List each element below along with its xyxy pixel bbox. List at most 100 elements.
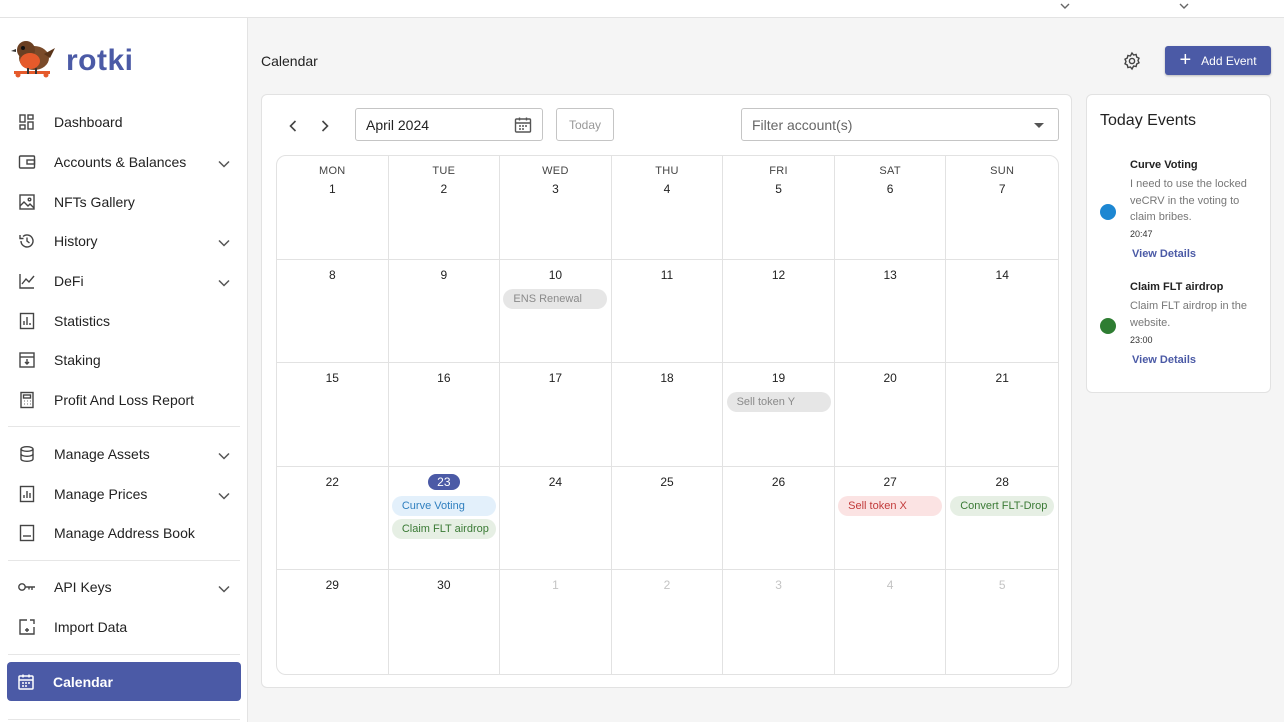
calendar-day-cell[interactable]: 19 Sell token Y: [723, 363, 835, 467]
day-number-wrap: 5: [946, 577, 1058, 593]
day-number: 28: [995, 474, 1009, 489]
chevron-down-icon: [218, 234, 230, 252]
sidebar-item-profit-loss-report[interactable]: Profit And Loss Report: [8, 381, 240, 419]
event-description: I need to use the locked veCRV in the vo…: [1130, 178, 1247, 223]
view-details-link[interactable]: View Details: [1132, 248, 1196, 260]
day-number: 3: [775, 578, 782, 593]
history-icon: [16, 230, 38, 252]
calendar-day-cell[interactable]: 14: [946, 260, 1058, 364]
today-day-number: 23: [428, 473, 460, 490]
app-logo[interactable]: rotki: [10, 36, 134, 85]
calendar-day-cell[interactable]: SAT 6: [834, 156, 947, 260]
sidebar-item-staking[interactable]: Staking: [8, 341, 240, 379]
day-number: 9: [440, 267, 448, 282]
sidebar-item-history[interactable]: History: [8, 222, 240, 260]
sidebar-divider: [8, 426, 240, 427]
day-number-wrap: 26: [723, 474, 834, 490]
day-number-wrap: 18: [612, 370, 723, 386]
calendar-day-cell[interactable]: 30: [389, 570, 501, 674]
sidebar-item-import-data[interactable]: Import Data: [8, 608, 240, 646]
account-filter-select[interactable]: Filter account(s): [741, 108, 1059, 141]
calendar-day-cell[interactable]: 23 Curve Voting Claim FLT airdrop: [388, 466, 501, 571]
day-number: 22: [325, 474, 339, 489]
calendar-day-cell[interactable]: 15: [277, 363, 389, 467]
calendar-day-cell[interactable]: 21: [946, 363, 1058, 467]
sidebar-item-dashboard[interactable]: Dashboard: [8, 103, 240, 141]
sidebar-item-manage-prices[interactable]: Manage Prices: [8, 475, 240, 513]
month-picker-input[interactable]: April 2024: [355, 108, 543, 141]
calendar-day-cell[interactable]: 1: [500, 570, 612, 674]
event-color-dot: [1100, 204, 1116, 220]
calendar-day-cell[interactable]: 18: [611, 363, 724, 467]
day-events: Sell token Y: [723, 392, 834, 413]
calendar-day-cell[interactable]: TUE 2: [388, 156, 501, 260]
chevron-right-icon[interactable]: [316, 117, 334, 135]
chevron-left-icon[interactable]: [284, 117, 302, 135]
day-number-wrap: 3: [723, 577, 834, 593]
today-button[interactable]: Today: [556, 108, 614, 141]
view-details-link[interactable]: View Details: [1132, 354, 1196, 366]
sidebar-item-calendar[interactable]: Calendar: [7, 662, 241, 701]
calendar-day-cell[interactable]: WED 3: [500, 156, 612, 260]
day-number-wrap: 1: [500, 577, 611, 593]
calendar-day-cell[interactable]: 4: [835, 570, 947, 674]
calendar-day-cell[interactable]: 3: [723, 570, 835, 674]
add-event-button[interactable]: + Add Event: [1165, 46, 1271, 75]
sidebar-item-manage-assets[interactable]: Manage Assets: [8, 435, 240, 473]
calendar-day-cell[interactable]: 5: [946, 570, 1058, 674]
day-events: Convert FLT-Drop: [946, 495, 1058, 516]
calendar-day-cell[interactable]: MON 1: [277, 156, 389, 260]
calendar-day-cell[interactable]: FRI 5: [723, 156, 835, 260]
calendar-day-cell[interactable]: 20: [834, 363, 947, 467]
calendar-day-cell[interactable]: 25: [611, 466, 724, 571]
sidebar-item-statistics[interactable]: Statistics: [8, 302, 240, 340]
chevron-down-icon[interactable]: [1058, 0, 1072, 12]
day-number-wrap: 13: [835, 267, 946, 283]
calendar-icon[interactable]: [514, 116, 532, 137]
day-number: 25: [660, 474, 674, 489]
day-number: 18: [660, 371, 674, 386]
chevron-down-icon[interactable]: [1177, 0, 1191, 12]
calendar-day-cell[interactable]: 24: [500, 466, 612, 571]
calendar-day-cell[interactable]: THU 4: [611, 156, 724, 260]
calendar-day-cell[interactable]: 26: [723, 466, 835, 571]
calendar-day-cell[interactable]: 10 ENS Renewal: [500, 259, 612, 364]
calendar-day-cell[interactable]: 13: [834, 259, 947, 364]
sidebar-item-manage-address-book[interactable]: Manage Address Book: [8, 514, 240, 552]
today-events-panel: Today Events Curve Voting I need to use …: [1086, 94, 1271, 393]
day-number-wrap: 9: [389, 267, 500, 283]
calendar-event-chip[interactable]: Sell token X: [838, 495, 943, 516]
calendar-day-cell[interactable]: 11: [611, 259, 724, 364]
sidebar-item-accounts-balances[interactable]: Accounts & Balances: [8, 143, 240, 181]
sidebar-item-api-keys[interactable]: API Keys: [8, 568, 240, 606]
sidebar-divider: [8, 560, 240, 561]
weekday-label: SAT: [879, 165, 901, 177]
calendar-event-chip[interactable]: Claim FLT airdrop: [391, 518, 496, 539]
calendar-day-cell[interactable]: 2: [612, 570, 724, 674]
key-icon: [16, 576, 38, 598]
gear-icon[interactable]: [1122, 51, 1142, 71]
dropdown-caret-icon: [1034, 123, 1044, 128]
calendar-day-cell[interactable]: 8: [277, 259, 389, 364]
sidebar-item-defi[interactable]: DeFi: [8, 262, 240, 300]
calendar-day-cell[interactable]: 12: [723, 259, 835, 364]
chevron-down-icon: [218, 580, 230, 598]
image-icon: [16, 191, 38, 213]
calendar-day-cell[interactable]: 22: [277, 466, 389, 571]
calendar-day-cell[interactable]: 29: [277, 570, 389, 674]
calendar-day-cell[interactable]: 16: [388, 363, 501, 467]
calendar-event-chip[interactable]: Convert FLT-Drop: [950, 495, 1055, 516]
calendar-event-chip[interactable]: Sell token Y: [726, 392, 831, 413]
calendar-day-cell[interactable]: 28 Convert FLT-Drop: [946, 467, 1058, 571]
sidebar-item-nfts-gallery[interactable]: NFTs Gallery: [8, 183, 240, 221]
day-number-wrap: 16: [389, 370, 500, 386]
day-number-wrap: 8: [277, 267, 388, 283]
weekday-label: WED: [542, 165, 569, 177]
calendar-event-chip[interactable]: Curve Voting: [391, 495, 496, 516]
calendar-day-cell[interactable]: SUN 7: [946, 156, 1058, 260]
calendar-day-cell[interactable]: 17: [500, 363, 612, 467]
day-number: 8: [328, 267, 336, 282]
calendar-event-chip[interactable]: ENS Renewal: [503, 288, 608, 309]
calendar-day-cell[interactable]: 27 Sell token X: [834, 466, 947, 571]
calendar-day-cell[interactable]: 9: [388, 259, 501, 364]
